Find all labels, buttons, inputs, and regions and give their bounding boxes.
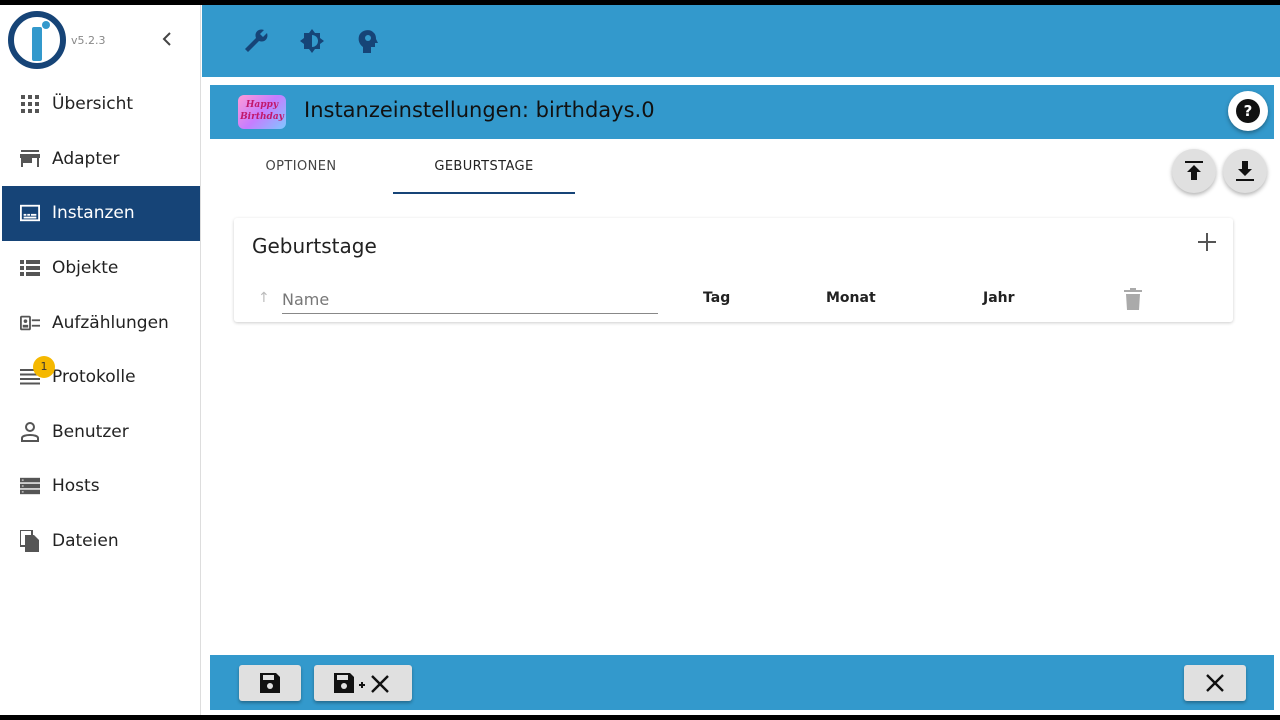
- files-icon: [20, 530, 40, 553]
- instances-icon: [20, 203, 40, 223]
- name-filter-input[interactable]: [282, 286, 658, 314]
- tab-options[interactable]: OPTIONEN: [210, 141, 392, 193]
- brightness-icon[interactable]: [298, 27, 326, 55]
- save-icon: [260, 673, 280, 693]
- column-header-year: Jahr: [983, 290, 1015, 306]
- download-config-button[interactable]: [1223, 149, 1267, 193]
- version-label: v5.2.3: [71, 34, 106, 47]
- hosts-icon: [20, 476, 40, 496]
- add-row-button[interactable]: [1194, 230, 1220, 256]
- list-icon: [20, 258, 40, 278]
- sidebar-item-hosts[interactable]: Hosts: [2, 459, 200, 514]
- grid-icon: [20, 94, 40, 114]
- trash-icon: [1124, 288, 1142, 310]
- chevron-left-icon: [162, 32, 171, 46]
- sidebar-item-logs[interactable]: 1 Protokolle: [2, 350, 200, 405]
- column-header-month: Monat: [826, 290, 876, 306]
- sidebar-item-label: Benutzer: [52, 421, 129, 442]
- collapse-sidebar-button[interactable]: [157, 29, 177, 53]
- sidebar-item-label: Übersicht: [52, 94, 134, 115]
- sidebar-nav: Übersicht Adapter Instanzen Objekte Aufz…: [2, 77, 200, 568]
- delete-all-button[interactable]: [1124, 288, 1142, 310]
- tab-bar: OPTIONEN GEBURTSTAGE: [210, 141, 1110, 195]
- help-icon: ?: [1236, 99, 1260, 123]
- save-and-close-button[interactable]: [314, 665, 412, 701]
- birthdays-table-card: Geburtstage ↑ Tag Monat Jahr: [234, 218, 1233, 322]
- dialog-footer: [210, 655, 1274, 710]
- sidebar-item-users[interactable]: Benutzer: [2, 405, 200, 460]
- sidebar-item-label: Protokolle: [52, 367, 136, 388]
- sidebar-item-files[interactable]: Dateien: [2, 514, 200, 569]
- sidebar-item-label: Dateien: [52, 531, 119, 552]
- dialog-title: Instanzeinstellungen: birthdays.0: [304, 98, 655, 122]
- enum-icon: [20, 313, 40, 333]
- top-toolbar: [202, 5, 1280, 77]
- iobroker-logo[interactable]: [8, 11, 66, 69]
- sidebar-item-label: Hosts: [52, 476, 100, 497]
- expert-mode-icon[interactable]: [354, 27, 382, 55]
- sidebar: v5.2.3 Übersicht Adapter Instanzen Objek…: [2, 5, 201, 715]
- store-icon: [20, 149, 40, 169]
- sidebar-item-overview[interactable]: Übersicht: [2, 77, 200, 132]
- sidebar-item-enums[interactable]: Aufzählungen: [2, 295, 200, 350]
- download-icon: [1236, 161, 1254, 181]
- brand: v5.2.3: [2, 5, 200, 77]
- tab-birthdays[interactable]: GEBURTSTAGE: [393, 141, 575, 193]
- instance-settings-dialog: Happy Birthday Instanzeinstellungen: birt…: [210, 85, 1274, 710]
- save-close-icon: [334, 673, 389, 693]
- close-button[interactable]: [1184, 665, 1246, 701]
- log-count-badge: 1: [33, 355, 55, 378]
- sidebar-item-label: Instanzen: [52, 203, 135, 224]
- dialog-header: Happy Birthday Instanzeinstellungen: birt…: [210, 85, 1274, 139]
- column-header-day: Tag: [703, 290, 731, 306]
- user-icon: [20, 421, 40, 442]
- save-button[interactable]: [239, 665, 301, 701]
- sort-arrow-up-icon[interactable]: ↑: [258, 290, 270, 306]
- close-icon: [1206, 674, 1224, 692]
- wrench-icon[interactable]: [242, 27, 270, 55]
- help-button[interactable]: ?: [1228, 91, 1268, 131]
- sidebar-item-label: Objekte: [52, 258, 119, 279]
- birthdays-adapter-logo: Happy Birthday: [238, 95, 286, 129]
- sidebar-item-label: Adapter: [52, 148, 120, 169]
- sidebar-item-label: Aufzählungen: [52, 312, 169, 333]
- sidebar-item-instances[interactable]: Instanzen: [2, 186, 200, 241]
- sidebar-item-objects[interactable]: Objekte: [2, 241, 200, 296]
- upload-config-button[interactable]: [1172, 149, 1216, 193]
- plus-icon: [1198, 233, 1216, 251]
- name-column-header: ↑: [258, 286, 658, 316]
- card-title: Geburtstage: [252, 234, 377, 258]
- active-tab-indicator: [393, 192, 575, 194]
- sidebar-item-adapter[interactable]: Adapter: [2, 132, 200, 187]
- upload-icon: [1185, 161, 1203, 180]
